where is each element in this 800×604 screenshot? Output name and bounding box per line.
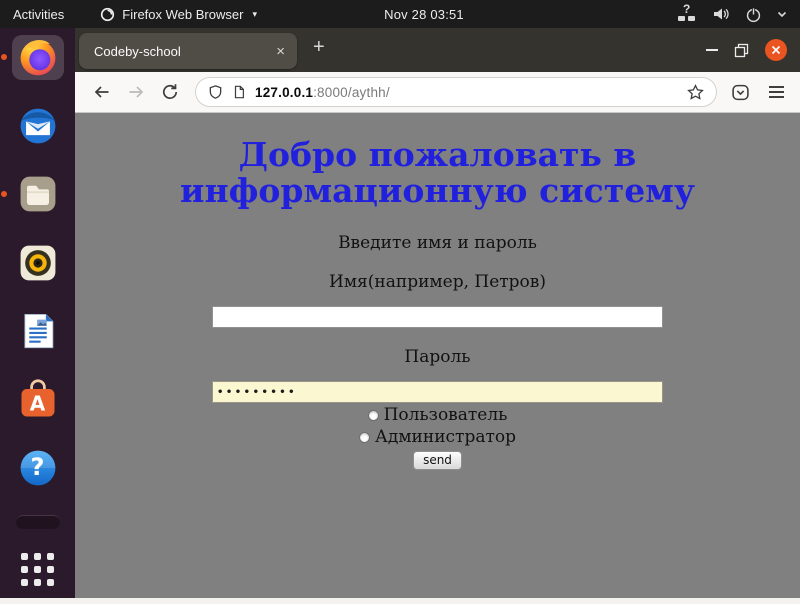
close-button[interactable] <box>765 39 787 61</box>
app-menu-button[interactable]: Firefox Web Browser ▾ <box>100 7 257 22</box>
running-indicator <box>1 54 7 60</box>
url-host: 127.0.0.1 <box>255 85 313 100</box>
role-option-admin[interactable]: Администратор <box>75 428 800 447</box>
firefox-symbolic-icon <box>100 7 115 22</box>
dock-item-files[interactable] <box>12 172 64 217</box>
dock-item-rhythmbox[interactable] <box>12 241 64 286</box>
firefox-window: Codeby-school × + <box>75 28 800 598</box>
screen-bottom-edge <box>0 598 800 604</box>
forward-icon <box>127 83 145 101</box>
new-tab-button[interactable]: + <box>313 36 325 59</box>
dock-item-thunderbird[interactable] <box>12 104 64 149</box>
running-indicator <box>1 191 7 197</box>
firefox-icon <box>16 35 60 79</box>
tab-bar: Codeby-school × + <box>75 28 800 72</box>
window-controls <box>706 28 800 72</box>
shield-icon <box>208 84 223 100</box>
close-icon <box>771 45 781 55</box>
libreoffice-writer-icon <box>17 309 59 353</box>
rhythmbox-icon <box>16 241 60 285</box>
files-icon <box>16 172 60 216</box>
radio-admin-label: Администратор <box>375 428 516 447</box>
dock-item-help[interactable]: ? <box>12 446 64 491</box>
system-tray[interactable]: ? <box>677 5 787 23</box>
reload-icon <box>161 83 179 101</box>
pocket-icon[interactable] <box>731 83 750 102</box>
dock-item-ubuntu-software[interactable]: A <box>12 378 64 423</box>
password-input[interactable] <box>212 381 663 403</box>
software-letter: A <box>30 391 45 415</box>
name-label: Имя(например, Петров) <box>75 272 800 292</box>
forward-button[interactable] <box>119 83 153 101</box>
minimize-icon <box>706 49 718 51</box>
volume-icon <box>712 6 730 22</box>
radio-admin[interactable] <box>359 432 370 443</box>
url-bar[interactable]: 127.0.0.1:8000/aythh/ <box>195 77 717 107</box>
radio-user-label: Пользователь <box>384 406 508 425</box>
back-icon <box>93 83 111 101</box>
dock-item-firefox[interactable] <box>12 35 64 80</box>
radio-user[interactable] <box>368 410 379 421</box>
help-question-glyph: ? <box>31 453 45 481</box>
clock[interactable]: Nov 28 03:51 <box>384 7 464 22</box>
name-input[interactable] <box>212 306 663 328</box>
chevron-down-icon: ▾ <box>252 9 257 20</box>
desktop: Activities Firefox Web Browser ▾ Nov 28 … <box>0 0 800 604</box>
power-icon <box>745 6 762 23</box>
gnome-top-bar: Activities Firefox Web Browser ▾ Nov 28 … <box>0 0 800 28</box>
chevron-down-icon <box>777 10 787 18</box>
web-page: Добро пожаловать в информационную систем… <box>75 113 800 598</box>
password-label: Пароль <box>75 347 800 367</box>
intro-text: Введите имя и пароль <box>75 233 800 253</box>
page-title-line2: информационную систему <box>75 173 800 209</box>
app-grid-button[interactable] <box>21 553 54 586</box>
dock-item-libreoffice-writer[interactable] <box>12 309 64 354</box>
network-unknown-icon: ? <box>677 5 697 23</box>
url-text[interactable]: 127.0.0.1:8000/aythh/ <box>255 85 390 100</box>
navigation-toolbar: 127.0.0.1:8000/aythh/ <box>75 72 800 113</box>
back-button[interactable] <box>85 83 119 101</box>
page-title-line1: Добро пожаловать в <box>75 137 800 173</box>
send-button[interactable]: send <box>413 451 462 470</box>
tab-title: Codeby-school <box>94 44 274 59</box>
restore-button[interactable] <box>734 43 749 58</box>
thunderbird-icon <box>16 104 60 148</box>
menu-icon[interactable] <box>769 86 784 98</box>
page-title: Добро пожаловать в информационную систем… <box>75 137 800 209</box>
app-menu-label: Firefox Web Browser <box>122 7 243 22</box>
url-path: :8000/aythh/ <box>313 85 390 100</box>
role-option-user[interactable]: Пользователь <box>75 406 800 425</box>
bookmark-star-icon[interactable] <box>687 84 704 101</box>
dock-item-partial[interactable] <box>16 515 60 530</box>
reload-button[interactable] <box>153 83 187 101</box>
tab-close-icon[interactable]: × <box>274 43 287 60</box>
page-info-icon[interactable] <box>232 84 246 100</box>
minimize-button[interactable] <box>706 49 718 51</box>
tab-codeby-school[interactable]: Codeby-school × <box>79 33 297 69</box>
ubuntu-dock: A ? <box>0 28 75 598</box>
activities-button[interactable]: Activities <box>13 7 64 22</box>
